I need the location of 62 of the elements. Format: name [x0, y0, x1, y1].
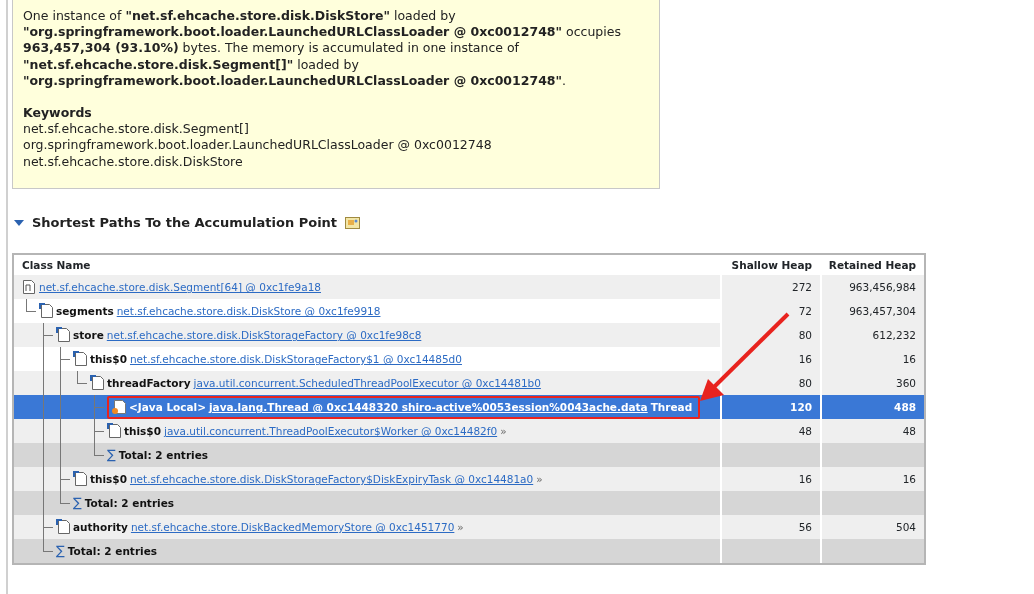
keyword-text: net.sf.ehcache.store.disk.DiskStore	[23, 153, 244, 170]
file-icon	[90, 375, 104, 392]
more-link[interactable]: »	[457, 515, 464, 540]
file-icon	[73, 471, 87, 488]
object-link[interactable]: java.util.concurrent.ThreadPoolExecutor$Worker @ 0xc14482f0	[163, 419, 498, 444]
array-icon	[22, 279, 36, 296]
shallow-heap-value: 120	[790, 401, 812, 414]
object-link[interactable]: net.sf.ehcache.store.disk.DiskStore @ 0xc1fe9918	[116, 299, 381, 324]
file-icon	[73, 351, 87, 368]
total-label: Total: 2 entries	[118, 448, 209, 464]
section-title: Shortest Paths To the Accumulation Point	[32, 213, 338, 232]
retained-heap-value: 504	[895, 521, 916, 534]
field-name: store	[73, 328, 104, 344]
object-link[interactable]: java.util.concurrent.ScheduledThreadPoolExecutor @ 0xc14481b0	[193, 371, 541, 396]
object-link[interactable]: net.sf.ehcache.store.disk.DiskStorageFactory$DiskExpiryTask @ 0xc14481a0	[129, 467, 534, 492]
keyword-text: net.sf.ehcache.store.disk.Segment[]	[23, 121, 250, 138]
object-link[interactable]: net.sf.ehcache.store.DiskBackedMemoryStore @ 0xc1451770	[130, 515, 455, 540]
column-header[interactable]: Class Name	[14, 255, 720, 276]
retained-heap-value: 612,232	[872, 329, 916, 342]
retained-heap-value: 16	[902, 353, 916, 366]
sum-icon: ∑	[56, 539, 65, 564]
file-icon	[107, 423, 121, 440]
image-icon	[345, 215, 361, 230]
shallow-heap-value: 56	[798, 521, 812, 534]
object-link[interactable]: java.lang.Thread @ 0xc1448320 shiro-active%0053ession%0043ache.data	[209, 395, 648, 420]
field-name: this$0	[124, 424, 161, 440]
field-name: segments	[56, 304, 114, 320]
more-link[interactable]: »	[500, 419, 507, 444]
shallow-heap-value: 80	[798, 377, 812, 390]
keyword-text: org.springframework.boot.loader.LaunchedURLClassLoader @ 0xc0012748	[23, 137, 493, 154]
more-link[interactable]: »	[536, 467, 543, 492]
keywords-heading: Keywords	[23, 105, 93, 122]
shallow-heap-value: 80	[798, 329, 812, 342]
retained-heap-value: 48	[902, 425, 916, 438]
total-label: Total: 2 entries	[67, 544, 158, 560]
field-name: this$0	[90, 352, 127, 368]
shallow-heap-value: 48	[798, 425, 812, 438]
description-text: One instance of "net.sf.ehcache.store.disk.DiskStore" loaded by "org.springframework.boot.loader.LaunchedURLClassLoader @ 0xc0012748" occupies 963,457,304 (93.10%) bytes. The memory is accumulated in one instance of "net.sf.ehcache.store.disk.Segment[]" loaded by "org.springframework.boot.loader.LaunchedURLClassLoader @ 0xc0012748".	[23, 8, 622, 89]
object-link[interactable]: net.sf.ehcache.store.disk.DiskStorageFactory$1 @ 0xc14485d0	[129, 347, 462, 372]
sum-icon: ∑	[73, 491, 82, 516]
file-icon	[111, 399, 126, 416]
retained-heap-value: 963,457,304	[849, 305, 916, 318]
object-link[interactable]: net.sf.ehcache.store.disk.DiskStorageFactory @ 0xc1fe98c8	[106, 323, 422, 348]
file-icon	[39, 303, 53, 320]
field-name: <Java Local>	[129, 400, 206, 416]
collapse-icon[interactable]	[14, 219, 24, 226]
retained-heap-value: 360	[895, 377, 916, 390]
field-name: authority	[73, 520, 128, 536]
shallow-heap-value: 72	[798, 305, 812, 318]
retained-heap-value: 488	[894, 401, 916, 414]
field-name: this$0	[90, 472, 127, 488]
thread-label: Thread	[650, 400, 693, 416]
file-icon	[56, 519, 70, 536]
retained-heap-value: 16	[902, 473, 916, 486]
field-name: threadFactory	[107, 376, 191, 392]
shallow-heap-value: 16	[798, 473, 812, 486]
shallow-heap-value: 272	[791, 281, 812, 294]
total-label: Total: 2 entries	[84, 496, 175, 512]
sum-icon: ∑	[107, 443, 116, 468]
retained-heap-value: 963,456,984	[849, 281, 916, 294]
shallow-heap-value: 16	[798, 353, 812, 366]
file-icon	[56, 327, 70, 344]
